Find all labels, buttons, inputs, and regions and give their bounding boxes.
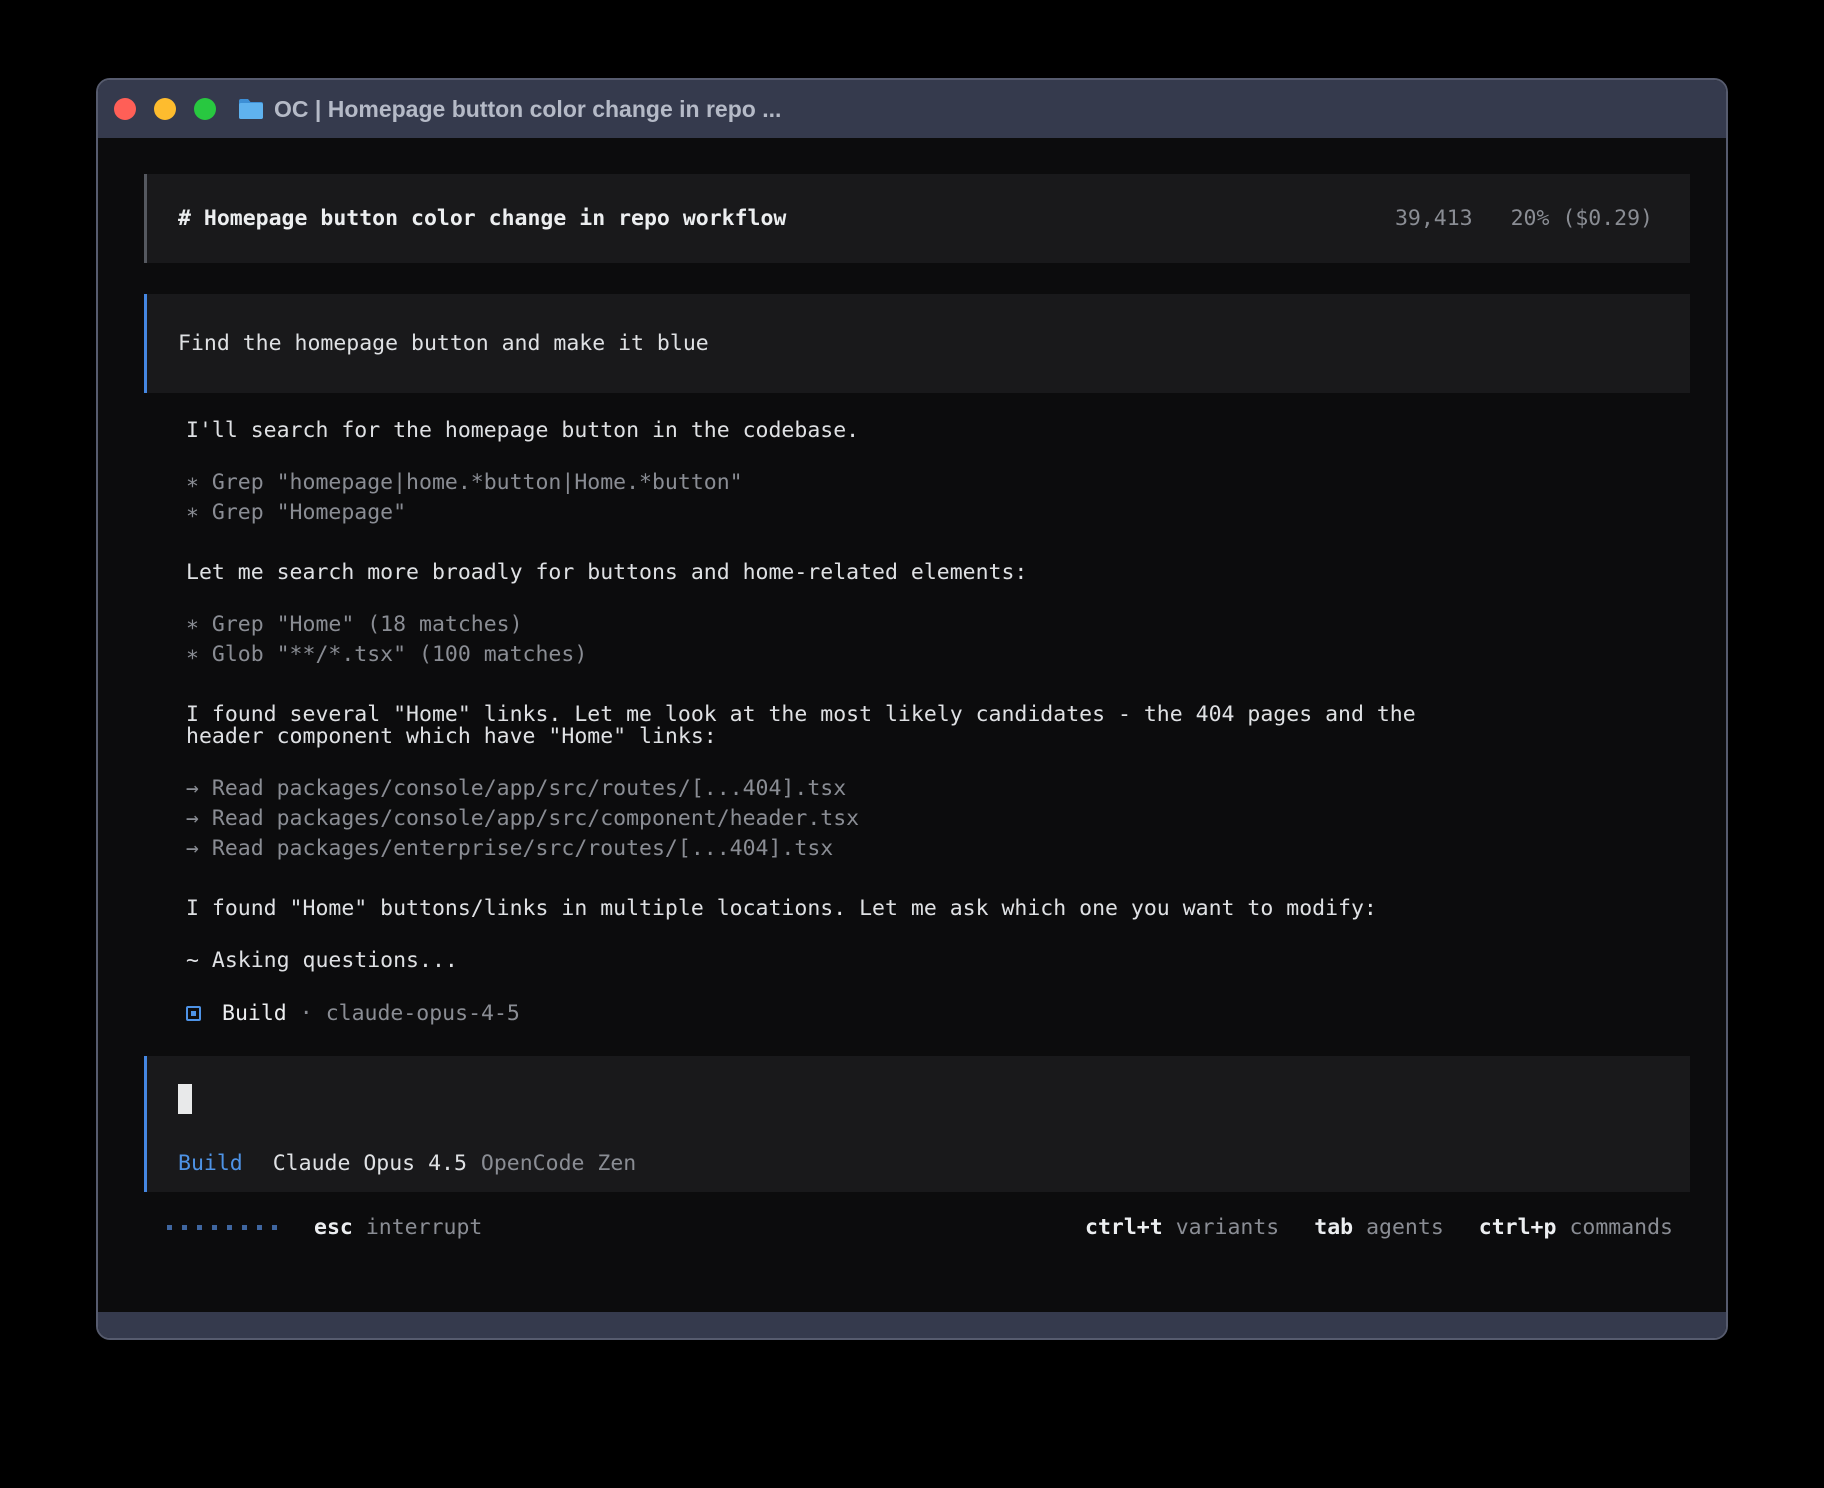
progress-dot	[257, 1225, 262, 1230]
progress-dot	[197, 1225, 202, 1230]
terminal-window: OC | Homepage button color change in rep…	[96, 78, 1728, 1340]
composer-mode[interactable]: Build	[178, 1151, 243, 1176]
status-left: esc interrupt	[167, 1215, 482, 1240]
window-footer	[98, 1312, 1726, 1338]
transcript-line: I found "Home" buttons/links in multiple…	[186, 894, 208, 916]
progress-dot	[227, 1225, 232, 1230]
shortcut-commands: ctrl+p commands	[1479, 1215, 1673, 1240]
status-bar: esc interrupt ctrl+tvariantstabagentsctr…	[98, 1212, 1726, 1242]
transcript-spacer	[186, 670, 1690, 700]
progress-dot	[182, 1225, 187, 1230]
esc-key: esc	[314, 1215, 353, 1240]
shortcut-label: commands	[1569, 1215, 1673, 1240]
transcript-line: → Read packages/enterprise/src/routes/[.…	[186, 834, 1690, 864]
transcript-line: → Read packages/console/app/src/routes/[…	[186, 774, 1690, 804]
shortcut-key: ctrl+t	[1085, 1215, 1163, 1240]
progress-dot	[242, 1225, 247, 1230]
shortcut-key: tab	[1314, 1215, 1353, 1240]
text-cursor	[178, 1084, 192, 1114]
context-usage: 20% ($0.29)	[1511, 206, 1653, 231]
user-message-text: Find the homepage button and make it blu…	[178, 331, 709, 356]
close-button[interactable]	[114, 98, 136, 120]
progress-dots	[167, 1225, 277, 1230]
agent-name: Build	[222, 1001, 287, 1026]
transcript-line: ∗ Glob "**/*.tsx" (100 matches)	[186, 640, 1690, 670]
token-count: 39,413	[1395, 206, 1473, 231]
transcript-spacer	[186, 864, 1690, 894]
progress-dot	[167, 1225, 172, 1230]
shortcut-agents: tab agents	[1314, 1215, 1444, 1240]
shortcut-hints: ctrl+t variants tab agents ctrl+p commands	[1085, 1215, 1673, 1240]
transcript-line: → Read packages/console/app/src/componen…	[186, 804, 1690, 834]
progress-dot	[212, 1225, 217, 1230]
agent-icon	[186, 1006, 201, 1021]
transcript-line: ∗ Grep "Homepage"	[186, 498, 1690, 528]
agent-separator: ·	[300, 1001, 313, 1026]
window-title: OC | Homepage button color change in rep…	[274, 96, 781, 123]
progress-dot	[272, 1225, 277, 1230]
window-controls	[114, 98, 216, 120]
transcript-spacer	[186, 528, 1690, 558]
transcript-line: I found several "Home" links. Let me loo…	[186, 700, 208, 722]
session-stats: 39,413 20% ($0.29)	[1395, 206, 1653, 231]
titlebar[interactable]: OC | Homepage button color change in rep…	[98, 80, 1726, 138]
user-message: Find the homepage button and make it blu…	[144, 294, 1690, 393]
transcript-line: header component which have "Home" links…	[186, 722, 208, 744]
terminal-content: # Homepage button color change in repo w…	[98, 174, 1726, 1340]
session-header: # Homepage button color change in repo w…	[144, 174, 1690, 263]
shortcut-label: agents	[1366, 1215, 1444, 1240]
composer-model[interactable]: Claude Opus 4.5	[273, 1151, 467, 1176]
agent-status-row: Build · claude-opus-4-5	[186, 998, 1690, 1028]
shortcut-key: ctrl+p	[1479, 1215, 1557, 1240]
transcript-line: Let me search more broadly for buttons a…	[186, 558, 208, 580]
folder-icon	[238, 98, 264, 120]
transcript-line: ∗ Grep "homepage|home.*button|Home.*butt…	[186, 468, 1690, 498]
zoom-button[interactable]	[194, 98, 216, 120]
composer-meta: Build Claude Opus 4.5 OpenCode Zen	[178, 1148, 1659, 1178]
session-title: # Homepage button color change in repo w…	[178, 206, 786, 231]
shortcut-label: variants	[1176, 1215, 1280, 1240]
assistant-transcript: I'll search for the homepage button in t…	[186, 416, 1690, 998]
message-input[interactable]: Build Claude Opus 4.5 OpenCode Zen	[144, 1056, 1690, 1192]
agent-model: claude-opus-4-5	[326, 1001, 520, 1026]
transcript-line: ∗ Grep "Home" (18 matches)	[186, 610, 1690, 640]
composer-provider: OpenCode Zen	[481, 1151, 636, 1176]
transcript-line: I'll search for the homepage button in t…	[186, 416, 208, 438]
esc-label: interrupt	[366, 1215, 483, 1240]
minimize-button[interactable]	[154, 98, 176, 120]
shortcut-variants: ctrl+t variants	[1085, 1215, 1279, 1240]
transcript-line: ~ Asking questions...	[186, 946, 208, 968]
